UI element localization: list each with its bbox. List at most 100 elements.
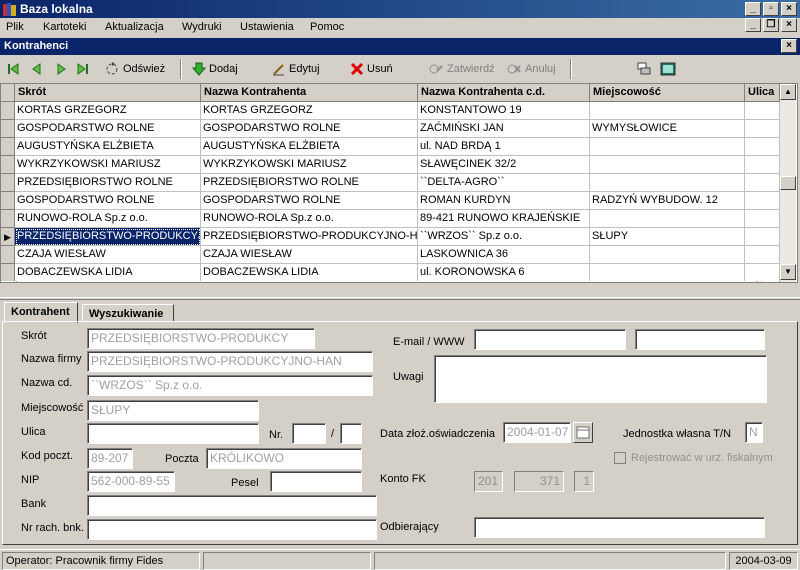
nr-rach-field[interactable] [87,519,377,540]
column-header-miejscowosc[interactable]: Miejscowość [590,84,745,102]
maximize-button[interactable]: ▫ [763,2,779,16]
cell-nazwa[interactable]: GOSPODARSTWO ROLNE [201,120,418,138]
nazwa-field[interactable]: PRZEDSIĘBIORSTWO-PRODUKCYJNO-HAN [87,351,373,372]
cell-nazwa[interactable]: DOBACZEWSKA LIDIA [201,264,418,282]
scroll-down-arrow-icon[interactable]: ▼ [780,264,796,280]
table-row[interactable]: AUGUSTYŃSKA ELŻBIETA AUGUSTYŃSKA ELŻBIETA… [1,138,780,156]
delete-button[interactable]: Usuń [350,60,393,78]
close-button[interactable]: × [781,2,797,16]
cell-ulica[interactable] [745,246,780,264]
cell-skrot[interactable]: PRZEDSIĘBIORSTWO-PRODUKCYJ [15,228,201,246]
edit-button[interactable]: Edytuj [272,60,320,78]
cell-nazwa-cd[interactable]: 89-421 RUNOWO KRAJEŃSKIE [418,210,590,228]
nazwa-cd-field[interactable]: ``WRZOS`` Sp.z o.o. [87,375,373,396]
first-record-button[interactable] [6,60,20,78]
menu-wydruki[interactable]: Wydruki [182,21,222,33]
cell-miejscowosc[interactable] [590,102,745,120]
rejestrowac-checkbox[interactable] [614,452,626,464]
child-window-close-button[interactable]: × [781,39,797,53]
menu-ustawienia[interactable]: Ustawienia [240,21,294,33]
cell-nazwa-cd[interactable]: SŁAWĘCINEK 32/2 [418,156,590,174]
cell-nazwa[interactable]: CZAJA WIESŁAW [201,246,418,264]
table-row[interactable]: GOSPODARSTWO ROLNE GOSPODARSTWO ROLNE ROMA… [1,192,780,210]
row-indicator[interactable] [1,246,15,264]
column-header-skrot[interactable]: Skrót [15,84,201,102]
cell-nazwa-cd[interactable]: ROMAN KURDYN [418,192,590,210]
cell-skrot[interactable]: GOSPODARSTWO ROLNE [15,120,201,138]
cell-nazwa-cd[interactable]: KONSTANTOWO 19 [418,102,590,120]
menu-kartoteki[interactable]: Kartoteki [43,21,86,33]
table-row[interactable]: DOBACZEWSKA LIDIA DOBACZEWSKA LIDIA ul. KO… [1,264,780,282]
cell-ulica[interactable] [745,210,780,228]
table-row[interactable]: PRZEDSIĘBIORSTWO ROLNE PRZEDSIĘBIORSTWO R… [1,174,780,192]
child-window-title-bar[interactable]: Kontrahenci × [0,38,800,55]
menu-pomoc[interactable]: Pomoc [310,21,344,33]
cell-miejscowosc[interactable] [590,138,745,156]
cell-skrot[interactable]: WYKRZYKOWSKI MARIUSZ [15,156,201,174]
child-close-button[interactable]: × [781,18,797,32]
cell-ulica[interactable] [745,174,780,192]
cell-nazwa[interactable]: AUGUSTYŃSKA ELŻBIETA [201,138,418,156]
cell-skrot[interactable]: PRZEDSIĘBIORSTWO ROLNE [15,174,201,192]
next-record-button[interactable] [54,60,68,78]
scroll-thumb[interactable] [780,176,796,190]
contractors-grid[interactable]: Skrót Nazwa Kontrahenta Nazwa Kontrahent… [0,83,798,283]
cell-skrot[interactable]: DOBACZEWSKA LIDIA [15,264,201,282]
cell-ulica[interactable] [745,156,780,174]
calendar-button[interactable] [573,422,593,443]
child-restore-button[interactable]: ❐ [763,18,779,32]
cell-ulica[interactable] [745,228,780,246]
konto-fk-field-1[interactable]: 201 [474,471,503,492]
cell-nazwa-cd[interactable]: ``DELTA-AGRO`` [418,174,590,192]
row-indicator[interactable] [1,174,15,192]
nip-field[interactable]: 562-000-89-55 [87,471,175,492]
cell-skrot[interactable]: AUGUSTYŃSKA ELŻBIETA [15,138,201,156]
grid-horizontal-scrollbar[interactable]: ◀ ▶ [1,281,780,282]
confirm-button[interactable]: Zatwierdź [428,60,495,78]
nr-field[interactable] [292,423,326,444]
child-minimize-button[interactable]: _ [745,18,761,32]
menu-aktualizacja[interactable]: Aktualizacja [105,21,164,33]
scroll-left-arrow-icon[interactable]: ◀ [1,281,17,282]
row-indicator[interactable] [1,102,15,120]
cell-miejscowosc[interactable]: WYMYSŁOWICE [590,120,745,138]
row-indicator[interactable] [1,120,15,138]
column-header-nazwa-cd[interactable]: Nazwa Kontrahenta c.d. [418,84,590,102]
cell-nazwa[interactable]: RUNOWO-ROLA Sp.z o.o. [201,210,418,228]
hscroll-thumb[interactable] [17,281,757,282]
table-row[interactable]: CZAJA WIESŁAW CZAJA WIESŁAW LASKOWNICA 36 [1,246,780,264]
calculator-button[interactable] [660,60,676,78]
odbierajacy-field[interactable] [474,517,765,538]
column-header-nazwa[interactable]: Nazwa Kontrahenta [201,84,418,102]
cell-nazwa[interactable]: WYKRZYKOWSKI MARIUSZ [201,156,418,174]
cell-nazwa-cd[interactable]: ul. NAD BRDĄ 1 [418,138,590,156]
splitter[interactable] [0,297,800,300]
cell-ulica[interactable] [745,102,780,120]
miejscowosc-field[interactable]: SŁUPY [87,400,259,421]
cell-skrot[interactable]: KORTAS GRZEGORZ [15,102,201,120]
cell-miejscowosc[interactable] [590,210,745,228]
row-indicator[interactable] [1,264,15,282]
cell-miejscowosc[interactable] [590,156,745,174]
cell-miejscowosc[interactable] [590,174,745,192]
data-oswiadczenia-field[interactable]: 2004-01-07 [503,422,571,443]
add-button[interactable]: Dodaj [192,60,238,78]
cell-nazwa[interactable]: PRZEDSIĘBIORSTWO-PRODUKCYJNO-HA [201,228,418,246]
cell-nazwa-cd[interactable]: LASKOWNICA 36 [418,246,590,264]
skrot-field[interactable]: PRZEDSIĘBIORSTWO-PRODUKCY [87,328,315,349]
window-title-bar[interactable]: Baza lokalna _ ▫ × [0,0,800,18]
scroll-right-arrow-icon[interactable]: ▶ [764,281,780,282]
cell-ulica[interactable] [745,138,780,156]
email-field[interactable] [474,329,626,350]
cell-skrot[interactable]: GOSPODARSTWO ROLNE [15,192,201,210]
nr-lokalu-field[interactable] [340,423,362,444]
konto-fk-field-3[interactable]: 1 [574,471,594,492]
menu-plik[interactable]: Plik [6,21,24,33]
tab-kontrahent[interactable]: Kontrahent [4,302,78,323]
table-row[interactable]: WYKRZYKOWSKI MARIUSZ WYKRZYKOWSKI MARIUSZ… [1,156,780,174]
konto-fk-field-2[interactable]: 371 [514,471,564,492]
table-row[interactable]: ▶ PRZEDSIĘBIORSTWO-PRODUKCYJ PRZEDSIĘBIORS… [1,228,780,246]
cell-skrot[interactable]: CZAJA WIESŁAW [15,246,201,264]
table-row[interactable]: RUNOWO-ROLA Sp.z o.o. RUNOWO-ROLA Sp.z o.… [1,210,780,228]
cell-skrot[interactable]: RUNOWO-ROLA Sp.z o.o. [15,210,201,228]
